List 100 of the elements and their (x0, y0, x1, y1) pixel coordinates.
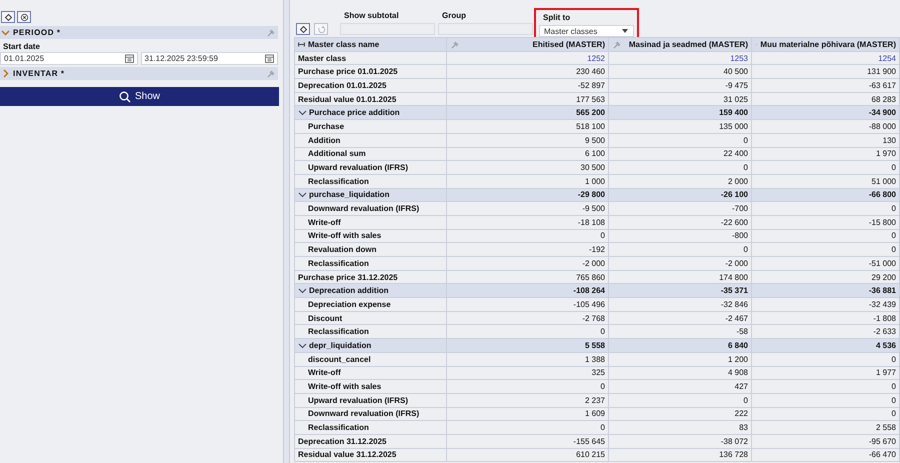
table-cell: 0 (446, 380, 608, 394)
group-row-toggle[interactable]: depr_liquidation (294, 338, 446, 352)
table-cell: 1 609 (446, 407, 608, 421)
input-field[interactable] (438, 23, 533, 35)
table-cell: 610 215 (446, 448, 608, 462)
table-cell: 159 400 (608, 106, 752, 120)
table-cell: 0 (608, 393, 752, 408)
clear-button[interactable] (17, 11, 31, 23)
column-header[interactable]: Masinad ja seadmed (MASTER) (608, 38, 752, 52)
show-button[interactable]: Show (0, 87, 279, 106)
table-cell: -105 496 (446, 298, 608, 312)
refresh-icon (316, 24, 326, 34)
table-cell: 40 500 (608, 64, 752, 79)
table-cell: 1 977 (752, 366, 900, 380)
table-cell: -108 264 (446, 284, 608, 298)
expand-button[interactable] (296, 23, 310, 35)
code-link[interactable]: 1254 (752, 51, 900, 65)
row-label: Downward revaluation (IFRS) (294, 407, 446, 421)
dropdown[interactable]: Master classes (539, 25, 634, 37)
table-cell: 51 000 (752, 174, 900, 188)
table-cell: -63 617 (752, 78, 900, 92)
table-cell: 6 840 (608, 338, 752, 352)
table-cell: -18 108 (446, 215, 608, 230)
row-label: Master class (294, 51, 446, 65)
table-cell: 2 237 (446, 393, 608, 408)
table-cell: -155 645 (446, 434, 608, 448)
row-label: Residual value 31.12.2025 (294, 448, 446, 462)
row-label: Additional sum (294, 147, 446, 161)
circle-x-icon (20, 12, 28, 22)
column-header[interactable]: Ehitised (MASTER) (446, 38, 608, 52)
row-label: Reclassification (294, 174, 446, 188)
table-cell: -51 000 (752, 256, 900, 270)
table-cell: 5 558 (446, 338, 608, 352)
table-cell: -2 768 (446, 311, 608, 325)
date-field[interactable]: 01.01.2025 (0, 52, 138, 65)
section-header[interactable]: PERIOOD * (0, 26, 278, 39)
table-cell: -36 881 (752, 284, 900, 298)
row-label: Addition (294, 133, 446, 147)
table-cell: 9 500 (446, 133, 608, 147)
table-cell: -29 800 (446, 188, 608, 202)
table-cell: -700 (608, 202, 752, 216)
table-cell: -52 897 (446, 78, 608, 92)
table-cell: 222 (608, 407, 752, 421)
table-cell: 427 (608, 380, 752, 394)
table-cell: -800 (608, 229, 752, 243)
table-cell: 1 200 (608, 352, 752, 366)
table-cell: 565 200 (446, 106, 608, 120)
row-label: Upward revaluation (IFRS) (294, 160, 446, 174)
table-cell: 0 (752, 229, 900, 243)
code-link[interactable]: 1253 (608, 51, 752, 65)
table-cell: -35 371 (608, 284, 752, 298)
table-cell: 0 (608, 160, 752, 174)
table-cell: -26 100 (608, 188, 752, 202)
table-cell: -2 467 (608, 311, 752, 325)
row-label: Purchase price 01.01.2025 (294, 64, 446, 79)
group-row-toggle[interactable]: Deprecation addition (294, 284, 446, 298)
table-cell: -95 670 (752, 434, 900, 448)
table-cell: -38 072 (608, 434, 752, 448)
table-cell: 1 000 (446, 174, 608, 188)
table-cell: 22 400 (608, 147, 752, 161)
section-title: INVENTAR * (13, 69, 66, 78)
row-label: Revaluation down (294, 242, 446, 256)
row-label: Reclassification (294, 256, 446, 270)
table-cell: -66 800 (752, 188, 900, 202)
table-cell: 518 100 (446, 120, 608, 134)
table-cell: 230 460 (446, 64, 608, 79)
row-label: Depreciation expense (294, 298, 446, 312)
table-cell: 6 100 (446, 147, 608, 161)
column-header[interactable]: Master class name (294, 38, 446, 52)
table-cell: -1 808 (752, 311, 900, 325)
table-cell: 0 (446, 420, 608, 434)
row-label: Discount (294, 311, 446, 325)
dropdown-arrow-icon (622, 29, 628, 33)
table-cell: 4 536 (752, 338, 900, 352)
group-row-toggle[interactable]: Purchace price addition (294, 106, 446, 120)
row-label: Write-off (294, 366, 446, 380)
calendar-icon (265, 54, 274, 63)
date-field[interactable]: 31.12.2025 23:59:59 (140, 52, 278, 65)
table-cell: 0 (608, 133, 752, 147)
table-cell: -32 439 (752, 298, 900, 312)
resize-icon (298, 40, 305, 48)
table-cell: 1 388 (446, 352, 608, 366)
group-row-toggle[interactable]: purchase_liquidation (294, 188, 446, 202)
table-cell: 1 970 (752, 147, 900, 161)
table-cell: -32 846 (608, 298, 752, 312)
table-cell: 0 (752, 380, 900, 394)
code-link[interactable]: 1252 (446, 51, 608, 65)
expand-all-button[interactable] (1, 11, 15, 23)
diamond-icon (298, 24, 308, 34)
section-header[interactable]: INVENTAR * (0, 67, 278, 80)
table-cell: -192 (446, 242, 608, 256)
table-cell: 325 (446, 366, 608, 380)
table-cell: 131 900 (752, 64, 900, 79)
table-cell: 0 (446, 229, 608, 243)
table-cell: -34 900 (752, 106, 900, 120)
table-cell: 30 500 (446, 160, 608, 174)
column-header[interactable]: Muu materialne põhivara (MASTER) (752, 38, 900, 52)
table-cell: 0 (752, 160, 900, 174)
row-label: Deprecation 01.01.2025 (294, 78, 446, 92)
table-cell: -66 470 (752, 448, 900, 462)
